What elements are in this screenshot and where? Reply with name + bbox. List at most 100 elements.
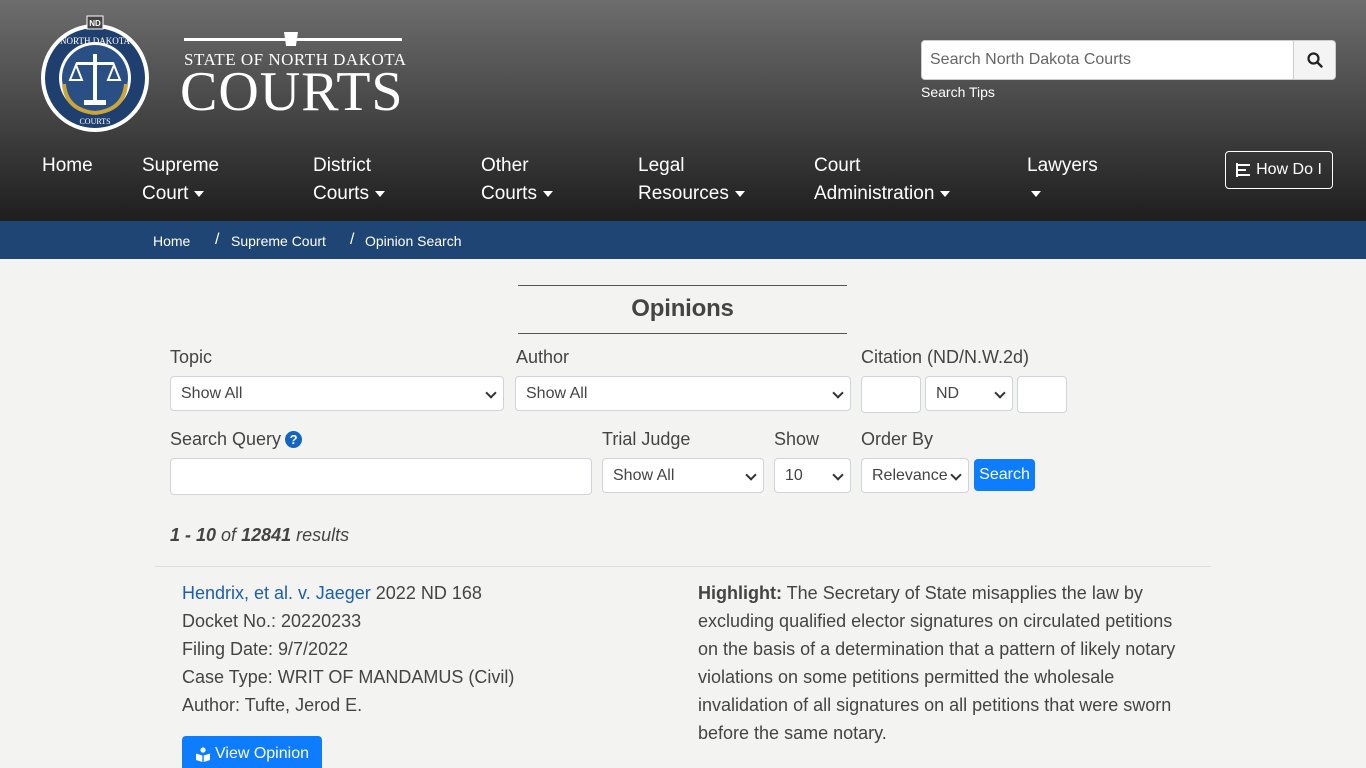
chevron-down-icon	[832, 387, 844, 399]
topic-select[interactable]: Show All	[170, 376, 504, 411]
nav-court-administration-line1: Court	[814, 155, 861, 176]
nav-lawyers[interactable]: Lawyers	[1027, 152, 1098, 208]
trial-judge-label: Trial Judge	[602, 429, 691, 449]
caret-down-icon	[734, 190, 745, 197]
results-total: 12841	[241, 525, 292, 545]
search-query-label: Search Query?	[170, 429, 303, 450]
page-title: Opinions	[631, 295, 734, 322]
result-highlight-label: Highlight:	[698, 583, 782, 603]
nav-supreme-court[interactable]: Supreme Court	[142, 152, 219, 208]
nav-court-administration[interactable]: Court Administration	[814, 152, 951, 208]
seal-badge-text: ND	[89, 19, 101, 28]
citation-page-input[interactable]	[1017, 376, 1067, 413]
topic-select-value: Show All	[181, 384, 243, 402]
show-label: Show	[774, 429, 820, 449]
order-by-select-value: Relevance	[872, 466, 948, 484]
list-icon	[1236, 163, 1251, 177]
nav-district-courts[interactable]: District Courts	[313, 152, 385, 208]
caret-down-icon	[194, 190, 205, 197]
seal-top-text: NORTH DAKOTA	[60, 36, 130, 46]
site-search	[921, 40, 1336, 80]
citation-volume-input[interactable]	[861, 376, 921, 413]
author-select[interactable]: Show All	[515, 376, 851, 411]
topic-label: Topic	[170, 347, 213, 367]
author-select-value: Show All	[526, 384, 588, 402]
how-do-i-label: How Do I	[1256, 161, 1322, 178]
result-author: Author: Tufte, Jerod E.	[182, 695, 363, 715]
nav-supreme-court-line2: Court	[142, 183, 189, 204]
result-highlight-text: The Secretary of State misapplies the la…	[698, 583, 1176, 743]
order-by-select[interactable]: Relevance	[861, 458, 969, 493]
book-reader-icon	[196, 746, 210, 762]
breadcrumb-home[interactable]: Home	[153, 233, 190, 249]
search-query-label-text: Search Query	[170, 429, 282, 449]
site-search-button[interactable]	[1293, 40, 1336, 80]
view-opinion-button[interactable]: View Opinion	[182, 736, 322, 768]
chevron-down-icon	[485, 387, 497, 399]
court-seal-logo[interactable]: ND NORTH DAKOTA COURTS	[40, 14, 150, 134]
site-header: ND NORTH DAKOTA COURTS STATE OF NORTH DA…	[0, 0, 1366, 221]
caret-down-icon	[1031, 190, 1041, 197]
breadcrumb-separator: /	[215, 231, 220, 248]
breadcrumb: Home / Supreme Court / Opinion Search	[0, 221, 1366, 259]
show-select[interactable]: 10	[774, 458, 851, 493]
results-of: of	[221, 525, 237, 545]
result-details: Hendrix, et al. v. Jaeger 2022 ND 168 Do…	[182, 579, 514, 719]
nav-other-courts-line1: Other	[481, 155, 529, 176]
title-rule-top	[518, 285, 847, 286]
nav-legal-resources[interactable]: Legal Resources	[638, 152, 745, 208]
nav-other-courts[interactable]: Other Courts	[481, 152, 553, 208]
results-count: 1 - 10 of 12841 results	[170, 525, 349, 546]
caret-down-icon	[542, 190, 553, 197]
wordmark-capitol-shape	[284, 32, 298, 46]
result-citation: 2022 ND 168	[375, 583, 482, 603]
main-content: Opinions Topic Show All Author Show All …	[0, 259, 1366, 768]
view-opinion-label: View Opinion	[215, 745, 309, 762]
title-rule-bottom	[518, 333, 847, 334]
search-icon	[1306, 52, 1323, 68]
caret-down-icon	[374, 190, 385, 197]
caret-down-icon	[940, 190, 951, 197]
result-docket: Docket No.: 20220233	[182, 611, 362, 631]
nav-district-courts-line1: District	[313, 155, 372, 176]
nav-home[interactable]: Home	[42, 152, 93, 180]
site-wordmark[interactable]: STATE OF NORTH DAKOTA COURTS	[180, 30, 410, 120]
chevron-down-icon	[994, 387, 1006, 399]
search-tips-link[interactable]: Search Tips	[921, 84, 995, 100]
chevron-down-icon	[950, 469, 962, 481]
nav-lawyers-line1: Lawyers	[1027, 155, 1098, 176]
breadcrumb-separator: /	[350, 231, 355, 248]
citation-reporter-value: ND	[936, 384, 960, 402]
seal-bottom-text: COURTS	[79, 117, 110, 126]
nav-home-label: Home	[42, 155, 93, 176]
result-highlight: Highlight: The Secretary of State misapp…	[698, 579, 1188, 747]
results-suffix: results	[296, 525, 350, 545]
nav-legal-resources-line1: Legal	[638, 155, 685, 176]
author-label: Author	[516, 347, 570, 367]
citation-reporter-select[interactable]: ND	[925, 376, 1013, 411]
citation-label: Citation (ND/N.W.2d)	[861, 347, 1030, 367]
result-title-link[interactable]: Hendrix, et al. v. Jaeger	[182, 583, 371, 603]
search-button[interactable]: Search	[974, 459, 1035, 491]
nav-supreme-court-line1: Supreme	[142, 155, 220, 176]
how-do-i-button[interactable]: How Do I	[1225, 151, 1333, 189]
nav-court-administration-line2: Administration	[814, 183, 935, 204]
trial-judge-select[interactable]: Show All	[602, 458, 764, 493]
wordmark-courts: COURTS	[180, 61, 404, 123]
nav-legal-resources-line2: Resources	[638, 183, 729, 204]
result-filing-date: Filing Date: 9/7/2022	[182, 639, 349, 659]
site-search-input[interactable]	[921, 40, 1294, 80]
results-range: 1 - 10	[170, 525, 217, 545]
breadcrumb-supreme-court[interactable]: Supreme Court	[231, 233, 326, 249]
main-nav: Home Supreme Court District Courts Other…	[0, 152, 1366, 212]
show-select-value: 10	[785, 466, 803, 484]
nav-district-courts-line2: Courts	[313, 183, 369, 204]
search-query-input[interactable]	[170, 458, 592, 495]
order-by-label: Order By	[861, 429, 934, 449]
breadcrumb-opinion-search[interactable]: Opinion Search	[365, 233, 462, 249]
result-case-type: Case Type: WRIT OF MANDAMUS (Civil)	[182, 667, 515, 687]
results-divider	[155, 566, 1211, 567]
chevron-down-icon	[745, 469, 757, 481]
question-circle-icon[interactable]: ?	[285, 431, 303, 448]
trial-judge-select-value: Show All	[613, 466, 675, 484]
